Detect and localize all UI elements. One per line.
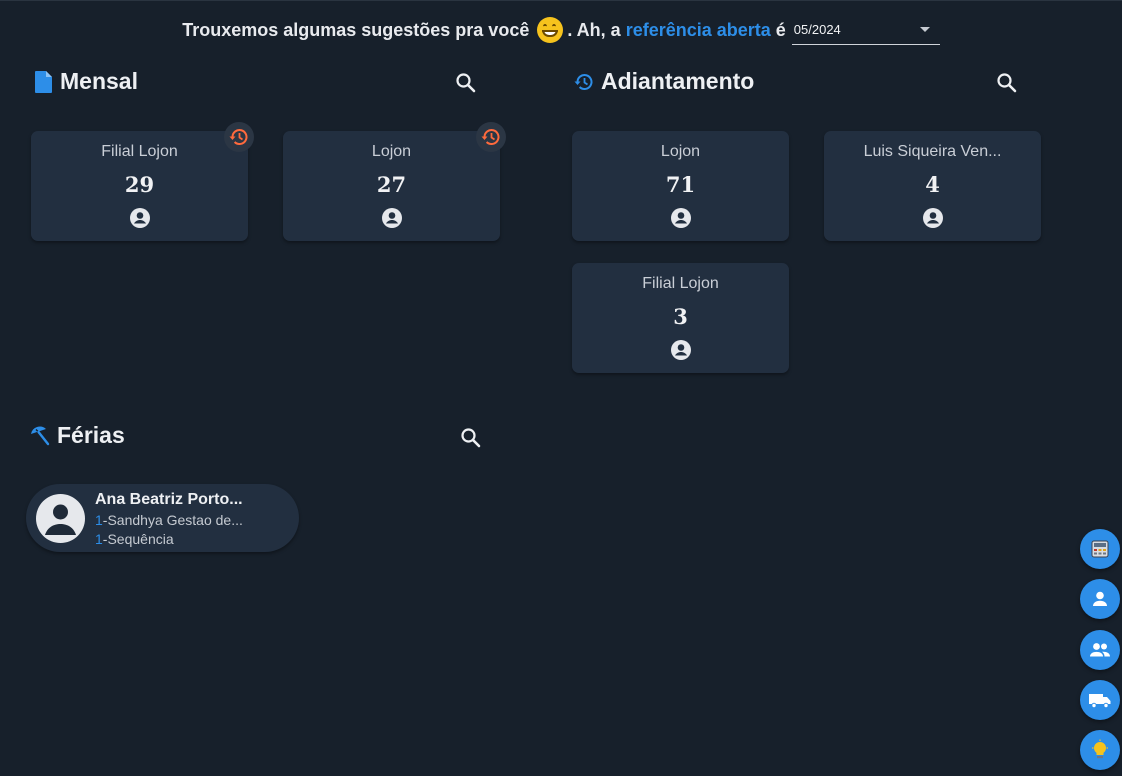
reference-select[interactable]: 05/2024	[791, 15, 940, 45]
person-icon	[1093, 591, 1107, 606]
mensal-search-button[interactable]	[454, 71, 478, 95]
document-icon	[35, 70, 52, 93]
suggestion-header: Trouxemos algumas sugestões pra você . A…	[0, 14, 1122, 46]
sequence-number: 1	[95, 531, 103, 547]
lightbulb-fab[interactable]	[1080, 730, 1120, 770]
adiantamento-card[interactable]: Luis Siqueira Ven... 4	[824, 131, 1041, 241]
truck-fab[interactable]	[1080, 680, 1120, 720]
adiantamento-section-title: Adiantamento	[573, 68, 754, 95]
account-circle-icon	[670, 340, 691, 360]
mensal-title-text: Mensal	[60, 68, 138, 94]
calculator-icon	[1091, 540, 1109, 558]
history-icon	[229, 129, 248, 145]
adiantamento-card[interactable]: Filial Lojon 3	[572, 263, 789, 373]
history-button[interactable]	[476, 122, 506, 152]
company-number: 1	[95, 512, 103, 528]
card-count: 3	[673, 304, 688, 329]
person-fab[interactable]	[1080, 579, 1120, 619]
search-icon	[997, 73, 1017, 93]
group-fab[interactable]	[1080, 630, 1120, 670]
sequence-text: -Sequência	[102, 531, 174, 547]
person-placeholder-icon	[45, 504, 76, 535]
header-text-after: é	[775, 19, 786, 40]
header-text-middle: . Ah, a	[567, 19, 621, 40]
mensal-section-title: Mensal	[34, 68, 138, 95]
account-circle-icon	[381, 208, 402, 228]
grin-emoji-icon	[537, 17, 564, 43]
history-icon	[481, 129, 500, 145]
mensal-card[interactable]: Lojon 27	[283, 122, 506, 241]
search-icon	[461, 428, 481, 448]
account-circle-icon	[129, 208, 150, 228]
ferias-section-title: Férias	[29, 422, 125, 449]
card-name: Filial Lojon	[101, 143, 178, 160]
card-count: 27	[376, 172, 407, 197]
adiantamento-title-text: Adiantamento	[601, 68, 755, 94]
history-icon	[574, 73, 593, 90]
card-name: Lojon	[371, 143, 412, 160]
history-button[interactable]	[224, 122, 254, 152]
employee-name: Ana Beatriz Porto...	[95, 491, 243, 508]
ferias-search-button[interactable]	[459, 426, 483, 450]
group-icon	[1090, 643, 1110, 657]
beach-umbrella-icon	[31, 426, 50, 445]
calculator-fab[interactable]	[1080, 529, 1120, 569]
company-text: -Sandhya Gestao de...	[102, 512, 243, 528]
card-name: Filial Lojon	[642, 275, 719, 292]
adiantamento-card[interactable]: Lojon 71	[572, 131, 789, 241]
avatar	[36, 494, 85, 543]
reference-select-value: 05/2024	[793, 22, 841, 37]
open-reference-link[interactable]: referência aberta	[626, 20, 771, 41]
mensal-card[interactable]: Filial Lojon 29	[31, 122, 254, 241]
card-count: 4	[925, 172, 940, 197]
card-count: 29	[124, 172, 155, 197]
adiantamento-search-button[interactable]	[995, 71, 1019, 95]
employee-sequence-line: 1-Sequência	[95, 531, 174, 547]
truck-icon	[1089, 694, 1111, 709]
employee-company-line: 1-Sandhya Gestao de...	[95, 512, 243, 528]
search-icon	[456, 73, 476, 93]
card-name: Lojon	[660, 143, 701, 160]
lightbulb-icon	[1092, 739, 1108, 759]
header-text-before: Trouxemos algumas sugestões pra você	[182, 19, 530, 40]
ferias-title-text: Férias	[57, 422, 125, 448]
caret-down-icon	[919, 27, 930, 32]
account-circle-icon	[922, 208, 943, 228]
card-name: Luis Siqueira Ven...	[863, 143, 1002, 160]
account-circle-icon	[670, 208, 691, 228]
card-count: 71	[665, 172, 696, 197]
vacation-list-item[interactable]: Ana Beatriz Porto... 1-Sandhya Gestao de…	[26, 484, 299, 552]
top-border	[0, 0, 1122, 1]
